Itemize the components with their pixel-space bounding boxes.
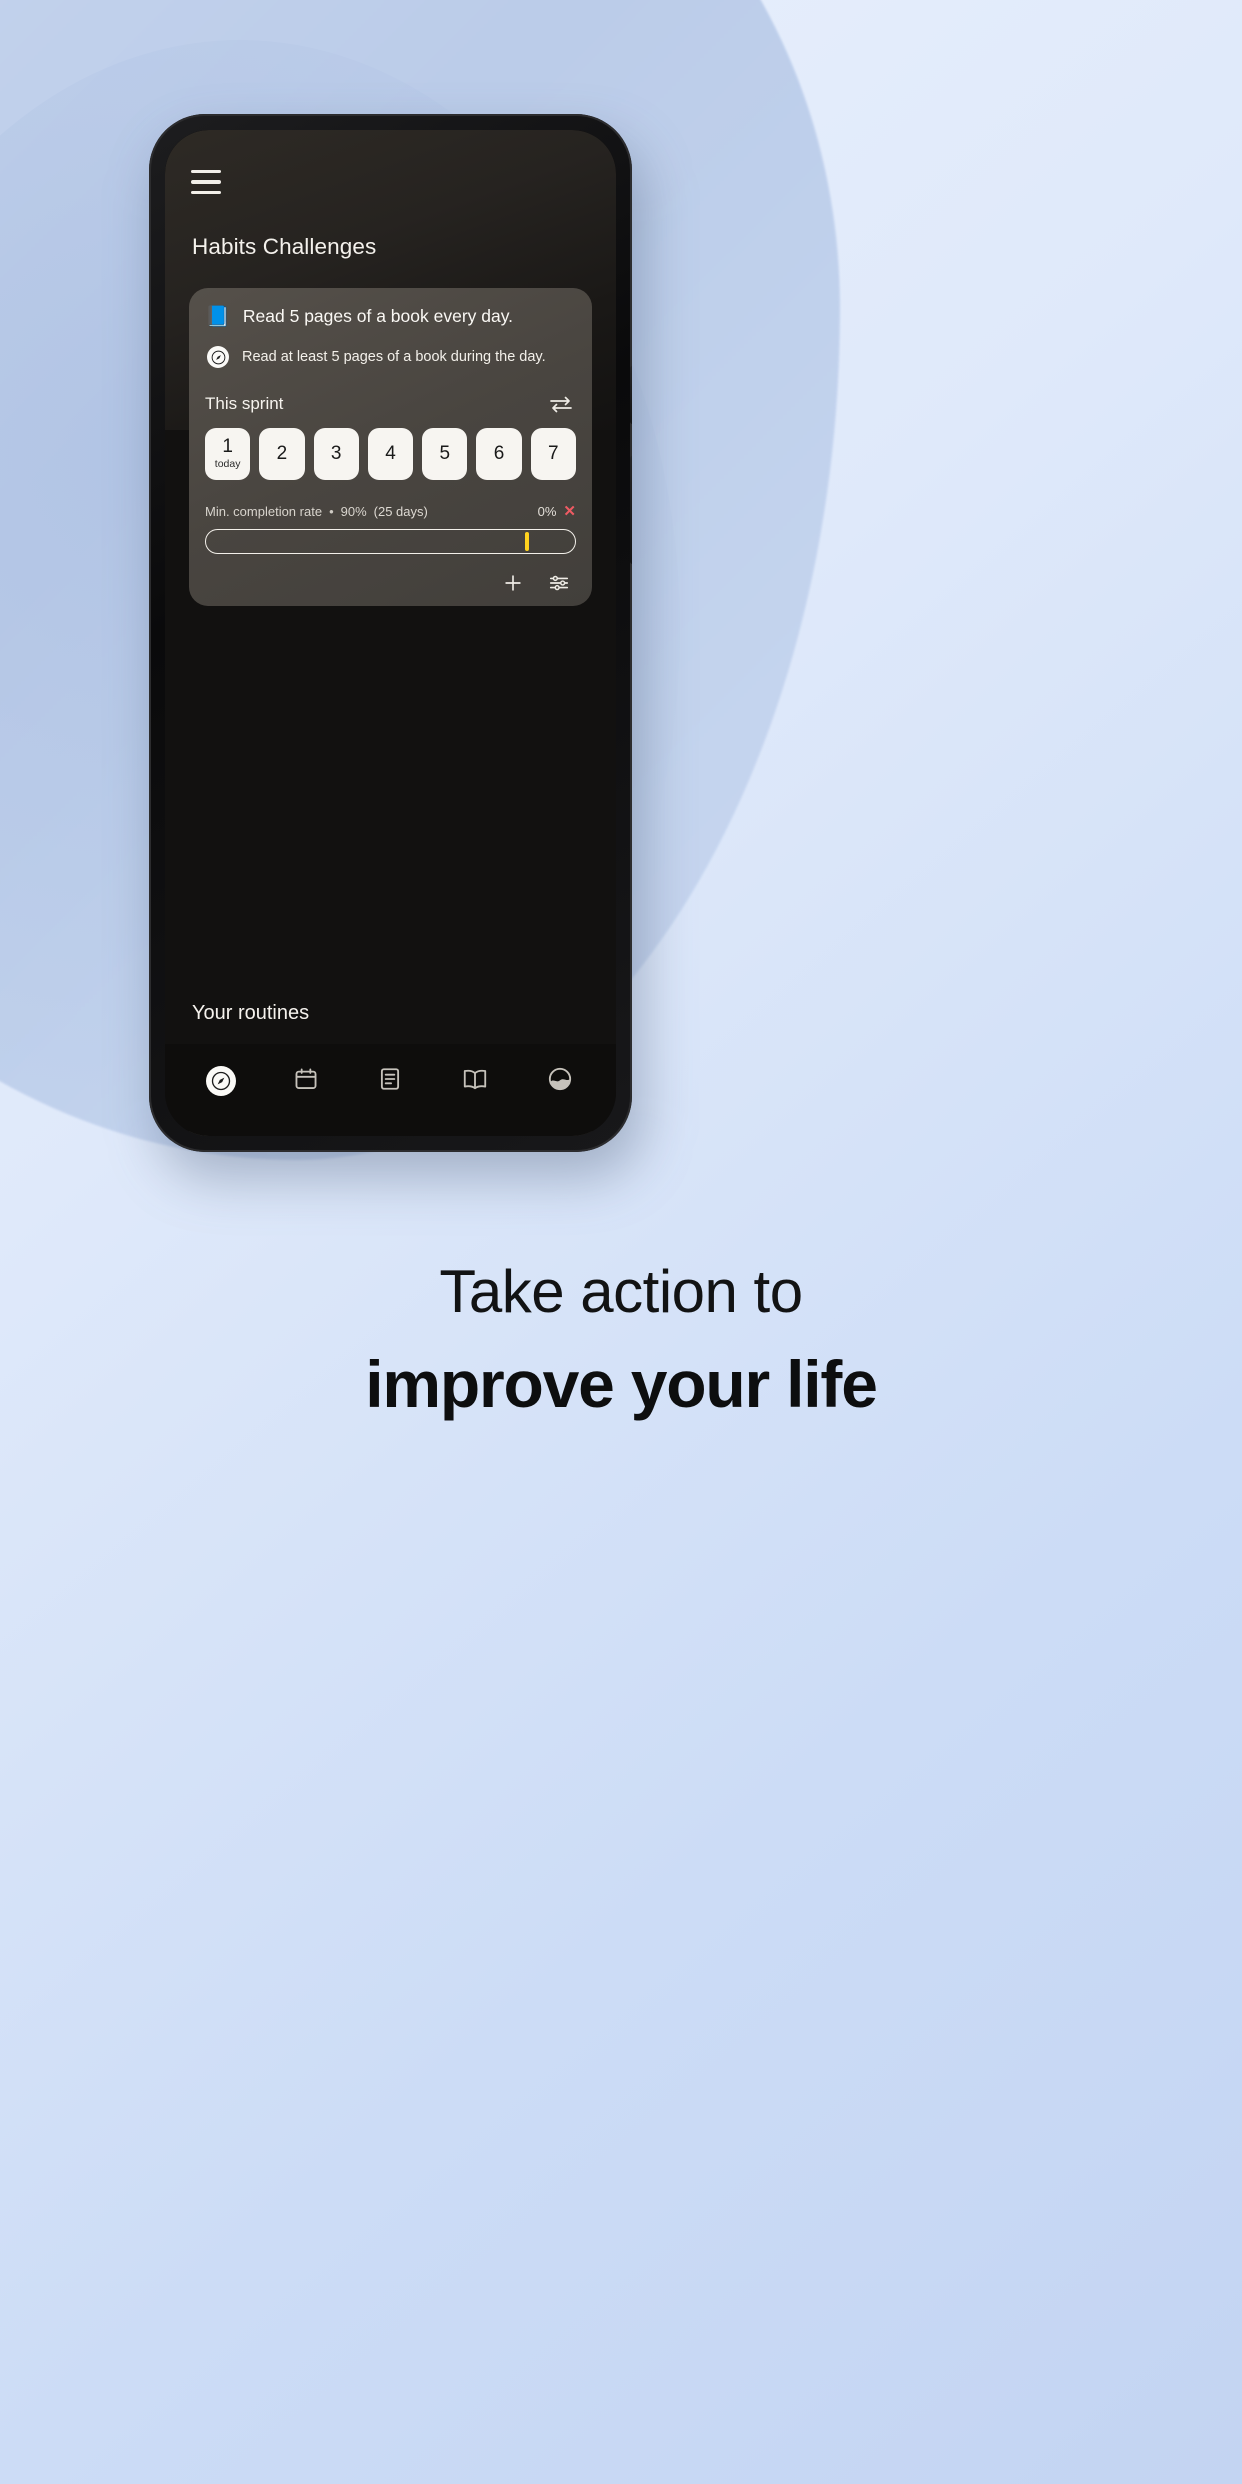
page-title: Habits Challenges — [192, 234, 377, 259]
rate-separator: • — [329, 504, 334, 519]
sprint-day-number: 1 — [222, 436, 233, 458]
completion-rate-row: Min. completion rate • 90% (25 days) 0% … — [205, 504, 576, 519]
progress-bar — [205, 529, 576, 554]
completion-rate-label: Min. completion rate — [205, 504, 323, 519]
tagline-line-2: improve your life — [365, 1347, 878, 1421]
sprint-day-chip[interactable]: 4 — [367, 428, 414, 480]
phone-mockup: Habits Challenges 📘 Read 5 pages of a bo… — [149, 114, 642, 1178]
menu-line — [191, 170, 221, 174]
current-progress-percent: 0% — [537, 504, 557, 519]
sprint-day-number: 3 — [330, 443, 342, 465]
routines-section-title: Your routines — [192, 1002, 310, 1024]
swap-arrows-icon[interactable] — [548, 394, 574, 414]
phone-volume-button — [630, 456, 632, 564]
book-open-icon — [461, 1066, 489, 1097]
habit-description: Read at least 5 pages of a book during t… — [242, 349, 546, 365]
sprint-day-chip[interactable]: 1 today — [205, 428, 251, 480]
habit-description-row: Read at least 5 pages of a book during t… — [205, 346, 576, 368]
nav-item-journal[interactable] — [452, 1060, 498, 1102]
app-screen: Habits Challenges 📘 Read 5 pages of a bo… — [165, 130, 616, 1136]
chart-circle-icon — [547, 1066, 573, 1097]
sprint-day-number: 5 — [439, 443, 451, 465]
book-emoji-icon: 📘 — [205, 305, 230, 328]
menu-line — [191, 190, 221, 194]
compass-icon — [206, 1066, 237, 1096]
fail-x-icon: ✕ — [563, 503, 576, 520]
sprint-day-sublabel: today — [214, 457, 241, 470]
completion-rate-value: 90% — [340, 504, 367, 519]
nav-item-list[interactable] — [367, 1060, 413, 1102]
nav-item-calendar[interactable] — [283, 1060, 329, 1102]
list-icon — [377, 1066, 403, 1097]
sprint-day-chip[interactable]: 7 — [530, 428, 576, 480]
sprint-day-chip[interactable]: 6 — [476, 428, 522, 480]
sprint-header-row: This sprint — [205, 394, 576, 414]
habit-challenge-card[interactable]: 📘 Read 5 pages of a book every day. Read… — [189, 288, 592, 606]
menu-line — [191, 180, 221, 184]
sprint-day-number: 7 — [548, 443, 559, 465]
completion-rate-days: (25 days) — [373, 504, 428, 519]
sprint-days-row: 1 today 2 3 4 5 6 7 — [205, 428, 576, 480]
habit-title-row: 📘 Read 5 pages of a book every day. — [205, 306, 576, 327]
nav-item-explore[interactable] — [198, 1060, 244, 1102]
plus-icon[interactable] — [502, 572, 524, 594]
sprint-day-chip[interactable]: 3 — [313, 428, 359, 480]
sprint-label: This sprint — [205, 394, 284, 413]
bottom-navigation-bar — [165, 1044, 616, 1136]
sliders-icon[interactable] — [548, 572, 570, 594]
phone-side-button — [630, 366, 632, 424]
tagline-line-1: Take action to — [439, 1258, 803, 1325]
sprint-day-number: 4 — [385, 443, 396, 465]
nav-item-stats[interactable] — [537, 1060, 583, 1102]
compass-icon — [207, 346, 229, 368]
phone-frame: Habits Challenges 📘 Read 5 pages of a bo… — [149, 114, 632, 1152]
sprint-day-number: 6 — [493, 443, 505, 465]
hamburger-menu-icon[interactable] — [191, 170, 221, 194]
sprint-day-chip[interactable]: 5 — [422, 428, 468, 480]
phone-screen: Habits Challenges 📘 Read 5 pages of a bo… — [165, 130, 616, 1136]
calendar-icon — [293, 1066, 319, 1097]
card-actions-row — [205, 572, 576, 594]
progress-threshold-marker — [525, 532, 529, 551]
sprint-day-number: 2 — [276, 443, 288, 465]
habit-title: Read 5 pages of a book every day. — [242, 306, 514, 326]
marketing-tagline: Take action to improve your life — [0, 1257, 1242, 1422]
sprint-day-chip[interactable]: 2 — [259, 428, 305, 480]
